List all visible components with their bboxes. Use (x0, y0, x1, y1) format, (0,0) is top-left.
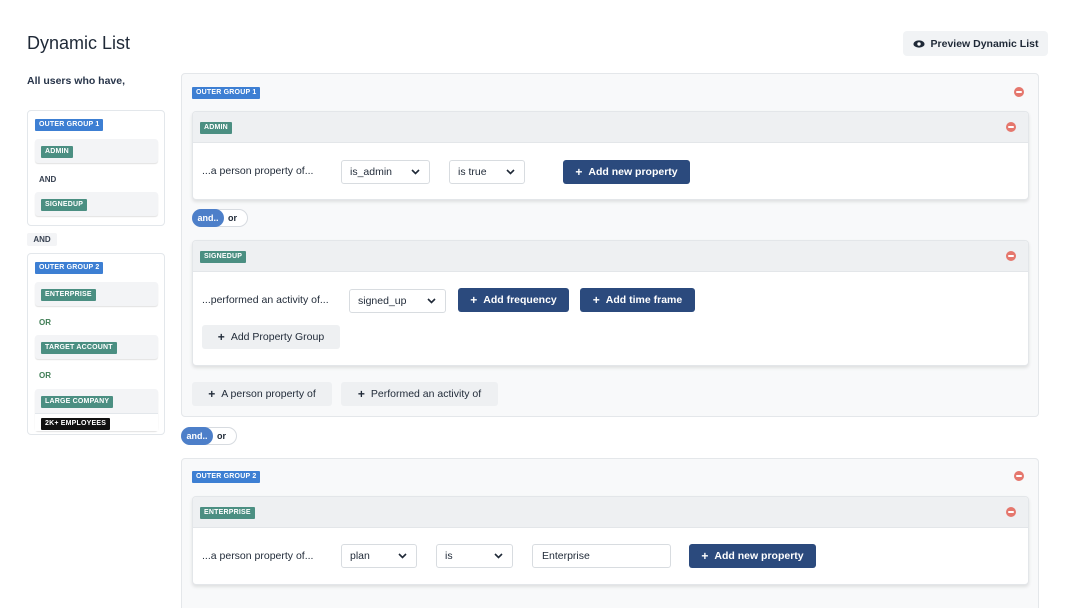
admin-property-select-value: is_admin (350, 166, 393, 178)
admin-row-label: ...a person property of... (202, 165, 314, 177)
summary-item-large-company-detail: 2K+ EMPLOYEES (35, 413, 158, 431)
plus-icon: + (208, 387, 216, 401)
admin-add-new-property-button[interactable]: + Add new property (563, 160, 690, 184)
add-frequency-button[interactable]: + Add frequency (458, 288, 569, 312)
remove-signedup-group-icon[interactable] (1006, 251, 1016, 261)
add-activity-label: Performed an activity of (370, 388, 482, 400)
admin-operator-select-value: is true (458, 166, 487, 178)
remove-enterprise-group-icon[interactable] (1006, 507, 1016, 517)
signedup-activity-select[interactable]: signed_up (349, 289, 446, 313)
enterprise-value-input[interactable] (532, 544, 671, 568)
outer-toggle-and[interactable]: and.. (181, 427, 213, 445)
add-time-frame-button[interactable]: + Add time frame (580, 288, 695, 312)
plus-icon: + (575, 165, 583, 179)
add-activity-button[interactable]: + Performed an activity of (341, 382, 498, 406)
preview-dynamic-list-button[interactable]: Preview Dynamic List (903, 31, 1048, 56)
remove-outer-group-2-icon[interactable] (1014, 471, 1024, 481)
summary-between-conjunction: AND (27, 233, 57, 246)
admin-group-badge: ADMIN (200, 122, 232, 134)
admin-add-new-property-label: Add new property (588, 166, 678, 178)
plus-icon: + (357, 387, 365, 401)
add-frequency-label: Add frequency (483, 294, 557, 306)
remove-admin-group-icon[interactable] (1006, 122, 1016, 132)
summary-item-enterprise[interactable]: ENTERPRISE (35, 282, 158, 306)
intro-text: All users who have, (27, 75, 126, 87)
eye-icon (912, 39, 925, 48)
enterprise-group: ENTERPRISE (192, 496, 1029, 585)
summary-outer-group-2: OUTER GROUP 2 ENTERPRISE OR TARGET ACCOU… (27, 253, 165, 435)
enterprise-property-select-value: plan (350, 550, 370, 562)
enterprise-property-select[interactable]: plan (341, 544, 417, 568)
inner-and-or-toggle: and.. or (192, 209, 248, 227)
preview-dynamic-list-label: Preview Dynamic List (930, 37, 1039, 50)
summary-item-large-company[interactable]: LARGE COMPANY 2K+ EMPLOYEES (35, 389, 158, 431)
summary-conjunction: AND (39, 175, 57, 184)
summary-outer-group-2-badge: OUTER GROUP 2 (35, 262, 104, 274)
chevron-down-icon (427, 298, 436, 304)
page-title: Dynamic List (27, 33, 131, 53)
summary-item-large-company-sub-badge: 2K+ EMPLOYEES (41, 418, 111, 430)
enterprise-add-new-property-label: Add new property (714, 550, 804, 562)
add-property-group-label: Add Property Group (230, 331, 325, 343)
enterprise-group-badge: ENTERPRISE (200, 507, 255, 519)
plus-icon: + (592, 293, 600, 307)
add-person-property-label: A person property of (221, 388, 316, 400)
chevron-down-icon (494, 553, 503, 559)
summary-outer-group-1: OUTER GROUP 1 ADMIN AND SIGNEDUP (27, 110, 165, 226)
outer-and-or-toggle: and.. or (181, 427, 237, 445)
inner-toggle-or[interactable]: or (228, 210, 237, 226)
summary-item-signedup-badge: SIGNEDUP (41, 199, 88, 211)
chevron-down-icon (506, 169, 515, 175)
enterprise-operator-select[interactable]: is (436, 544, 513, 568)
enterprise-row-label: ...a person property of... (202, 550, 314, 562)
summary-item-large-company-badge: LARGE COMPANY (41, 396, 114, 408)
summary-item-admin[interactable]: ADMIN (35, 139, 158, 163)
signedup-activity-select-value: signed_up (358, 295, 407, 307)
plus-icon: + (470, 293, 478, 307)
enterprise-group-header: ENTERPRISE (193, 497, 1028, 528)
add-person-property-button[interactable]: + A person property of (192, 382, 332, 406)
outer-group-2-badge: OUTER GROUP 2 (192, 471, 261, 483)
enterprise-add-new-property-button[interactable]: + Add new property (689, 544, 816, 568)
admin-property-select[interactable]: is_admin (341, 160, 430, 184)
enterprise-operator-select-value: is (445, 550, 453, 562)
summary-outer-group-1-badge: OUTER GROUP 1 (35, 119, 104, 131)
summary-item-admin-badge: ADMIN (41, 146, 73, 158)
add-time-frame-label: Add time frame (605, 294, 683, 306)
plus-icon: + (217, 330, 225, 344)
summary-conjunction-or: OR (39, 371, 51, 380)
add-property-group-button[interactable]: + Add Property Group (202, 325, 340, 349)
signedup-row-label: ...performed an activity of... (202, 294, 329, 306)
admin-group-header: ADMIN (193, 112, 1028, 143)
remove-outer-group-1-icon[interactable] (1014, 87, 1024, 97)
summary-item-signedup[interactable]: SIGNEDUP (35, 192, 158, 216)
summary-item-enterprise-badge: ENTERPRISE (41, 289, 96, 301)
outer-group-1-badge: OUTER GROUP 1 (192, 87, 261, 99)
chevron-down-icon (398, 553, 407, 559)
inner-toggle-and[interactable]: and.. (192, 209, 224, 227)
summary-item-target-account-badge: TARGET ACCOUNT (41, 342, 117, 354)
chevron-down-icon (411, 169, 420, 175)
signedup-group-header: SIGNEDUP (193, 241, 1028, 272)
summary-conjunction-or: OR (39, 318, 51, 327)
admin-operator-select[interactable]: is true (449, 160, 525, 184)
signedup-group-badge: SIGNEDUP (200, 251, 247, 263)
admin-group: ADMIN (192, 111, 1029, 200)
outer-toggle-or[interactable]: or (217, 428, 226, 444)
summary-item-target-account[interactable]: TARGET ACCOUNT (35, 335, 158, 359)
plus-icon: + (701, 549, 709, 563)
